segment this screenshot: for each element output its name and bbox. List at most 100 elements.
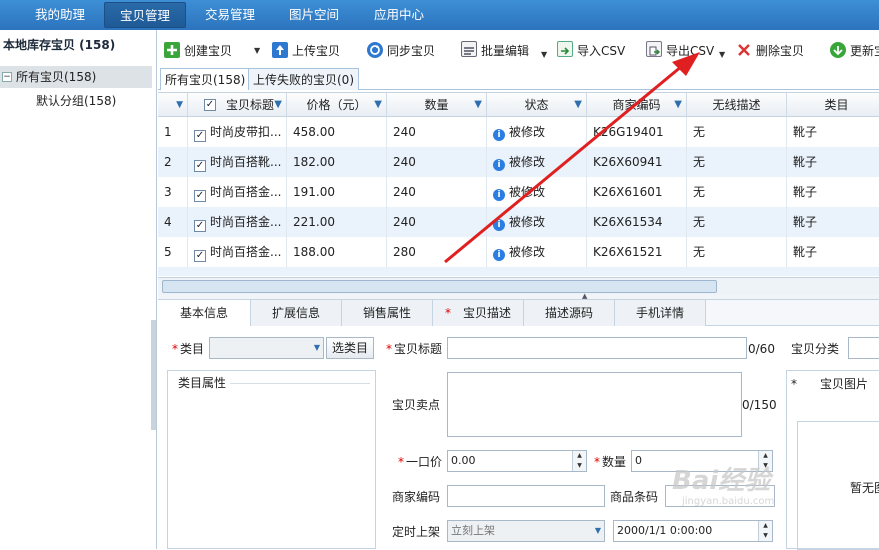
merchant-code-input[interactable] bbox=[447, 485, 605, 507]
list-tabs: 所有宝贝(158) 上传失败的宝贝(0) bbox=[158, 68, 879, 90]
header-wireless[interactable]: 无线描述 bbox=[687, 93, 787, 117]
delete-item-button[interactable]: 删除宝贝 bbox=[736, 39, 804, 63]
import-csv-button[interactable]: 导入CSV bbox=[557, 39, 625, 63]
cell-price: 221.00 bbox=[287, 207, 387, 237]
row-checkbox[interactable]: ✓ bbox=[194, 220, 206, 232]
nav-image-space[interactable]: 图片空间 bbox=[276, 2, 352, 28]
schedule-value: 立刻上架 bbox=[451, 524, 495, 537]
table-row[interactable]: 3 ✓ 时尚百搭金... 191.00 240 i 被修改 K26X61601 无靴子 bbox=[158, 177, 879, 207]
filter-icon[interactable]: ▼ bbox=[474, 93, 482, 117]
tab-basic-info[interactable]: 基本信息 bbox=[158, 300, 251, 326]
cell-wireless: 无 bbox=[687, 147, 787, 177]
table-row[interactable]: 5 ✓ 时尚百搭金... 188.00 280 i 被修改 K26X61521 无靴子 bbox=[158, 237, 879, 267]
header-status[interactable]: 状态 ▼ bbox=[487, 93, 587, 117]
upload-item-button[interactable]: 上传宝贝 bbox=[272, 39, 340, 63]
batch-edit-icon bbox=[461, 41, 477, 57]
cell-code: K26X61521 bbox=[587, 237, 687, 267]
table-row[interactable]: 4 ✓ 时尚百搭金... 221.00 240 i 被修改 K26X61534 无靴子 bbox=[158, 207, 879, 237]
row-checkbox[interactable]: ✓ bbox=[194, 190, 206, 202]
schedule-datetime-input[interactable]: 2000/1/1 0:00:00 ▲ ▼ bbox=[613, 520, 773, 542]
cell-category: 靴子 bbox=[787, 237, 879, 267]
upload-arrow-icon bbox=[272, 42, 288, 58]
tree-expander[interactable]: − bbox=[2, 72, 12, 82]
price-input[interactable]: 0.00 ▲ ▼ bbox=[447, 450, 587, 472]
row-title-text: 时尚百搭金... bbox=[210, 245, 282, 259]
tab-mobile-detail[interactable]: 手机详情 bbox=[615, 300, 706, 326]
price-value: 0.00 bbox=[451, 454, 476, 467]
title-label: * 宝贝标题 bbox=[386, 342, 443, 356]
header-wireless-label: 无线描述 bbox=[712, 98, 761, 112]
batch-edit-button[interactable]: 批量编辑 bbox=[461, 39, 529, 63]
toolbar: 创建宝贝 ▼ 上传宝贝 同步宝贝 批量编辑 ▼ 导入CSV 导出CSV ▼ 删除… bbox=[158, 37, 879, 65]
tree-item-all[interactable]: − 所有宝贝(158) bbox=[0, 66, 152, 88]
create-dropdown-icon[interactable]: ▼ bbox=[254, 46, 260, 55]
nav-trade-management[interactable]: 交易管理 bbox=[192, 2, 268, 28]
export-csv-label: 导出CSV bbox=[666, 44, 715, 58]
info-icon: i bbox=[493, 189, 505, 201]
cell-price: 182.00 bbox=[287, 147, 387, 177]
header-category[interactable]: 类目 bbox=[787, 93, 879, 117]
tab-item-description[interactable]: * 宝贝描述 bbox=[433, 300, 524, 326]
delete-x-icon bbox=[736, 42, 752, 58]
datetime-stepper[interactable]: ▲ ▼ bbox=[758, 521, 772, 541]
sidebar: 本地库存宝贝 (158) − 所有宝贝(158) 默认分组(158) bbox=[0, 30, 157, 549]
import-csv-label: 导入CSV bbox=[577, 44, 626, 58]
horizontal-scrollbar[interactable] bbox=[158, 277, 879, 295]
price-stepper[interactable]: ▲ ▼ bbox=[572, 451, 586, 471]
header-title[interactable]: ✓ 宝贝标题 ▼ bbox=[188, 93, 287, 117]
tab-sales-attrs[interactable]: 销售属性 bbox=[342, 300, 433, 326]
header-code[interactable]: 商家编码 ▼ bbox=[587, 93, 687, 117]
sync-item-label: 同步宝贝 bbox=[387, 44, 436, 58]
create-item-button[interactable]: 创建宝贝 bbox=[164, 39, 232, 63]
scrollbar-thumb[interactable] bbox=[162, 280, 717, 293]
header-qty[interactable]: 数量 ▼ bbox=[387, 93, 487, 117]
header-price[interactable]: 价格（元） ▼ bbox=[287, 93, 387, 117]
tab-extended-info[interactable]: 扩展信息 bbox=[251, 300, 342, 326]
select-all-checkbox[interactable]: ✓ bbox=[204, 99, 216, 111]
sync-item-button[interactable]: 同步宝贝 bbox=[367, 39, 435, 63]
row-title-text: 时尚百搭金... bbox=[210, 215, 282, 229]
info-icon: i bbox=[493, 129, 505, 141]
table-row-partial[interactable] bbox=[158, 267, 879, 276]
title-input[interactable] bbox=[447, 337, 747, 359]
row-checkbox[interactable]: ✓ bbox=[194, 130, 206, 142]
batch-edit-label: 批量编辑 bbox=[481, 44, 530, 58]
update-icon bbox=[830, 42, 846, 58]
cell-num: 4 bbox=[158, 207, 188, 237]
table-row[interactable]: 1 ✓ 时尚皮带扣... 458.00 240 i 被修改 K26G19401 无靴子 bbox=[158, 117, 879, 147]
tab-desc-source[interactable]: 描述源码 bbox=[524, 300, 615, 326]
watermark-subtext: jingyan.baidu.com bbox=[682, 496, 775, 507]
nav-item-management[interactable]: 宝贝管理 bbox=[104, 2, 186, 28]
cell-qty: 280 bbox=[387, 237, 487, 267]
export-csv-button[interactable]: 导出CSV bbox=[646, 39, 714, 63]
nav-app-center[interactable]: 应用中心 bbox=[361, 2, 437, 28]
tree-item-default-group[interactable]: 默认分组(158) bbox=[36, 90, 146, 112]
category-select[interactable]: ▼ bbox=[209, 337, 324, 359]
tab-upload-failed[interactable]: 上传失败的宝贝(0) bbox=[248, 68, 359, 90]
table-row[interactable]: 2 ✓ 时尚百搭靴... 182.00 240 i 被修改 K26X60941 无靴子 bbox=[158, 147, 879, 177]
filter-icon[interactable]: ▼ bbox=[274, 93, 282, 117]
choose-category-button[interactable]: 选类目 bbox=[326, 337, 374, 359]
filter-icon[interactable]: ▼ bbox=[374, 93, 382, 117]
selling-point-textarea[interactable] bbox=[447, 372, 742, 437]
cell-price: 458.00 bbox=[287, 117, 387, 147]
delete-item-label: 删除宝贝 bbox=[756, 44, 805, 58]
batch-edit-dropdown-icon[interactable]: ▼ bbox=[541, 50, 547, 59]
cell-price: 188.00 bbox=[287, 237, 387, 267]
export-dropdown-icon[interactable]: ▼ bbox=[719, 50, 725, 59]
watermark-text: Bai经验 bbox=[672, 466, 771, 496]
cell-wireless: 无 bbox=[687, 177, 787, 207]
nav-my-assistant[interactable]: 我的助理 bbox=[22, 2, 98, 28]
filter-icon[interactable]: ▼ bbox=[674, 93, 682, 117]
cell-category: 靴子 bbox=[787, 147, 879, 177]
sidebar-resize-handle[interactable] bbox=[151, 320, 156, 430]
upload-item-label: 上传宝贝 bbox=[292, 44, 341, 58]
schedule-select[interactable]: 立刻上架 ▼ bbox=[447, 520, 605, 542]
update-item-button[interactable]: 更新宝 bbox=[830, 39, 879, 63]
tab-all-items[interactable]: 所有宝贝(158) bbox=[160, 68, 251, 90]
row-checkbox[interactable]: ✓ bbox=[194, 250, 206, 262]
cell-status: i 被修改 bbox=[487, 147, 587, 177]
filter-icon[interactable]: ▼ bbox=[574, 93, 582, 117]
group-select[interactable] bbox=[848, 337, 879, 359]
row-checkbox[interactable]: ✓ bbox=[194, 160, 206, 172]
